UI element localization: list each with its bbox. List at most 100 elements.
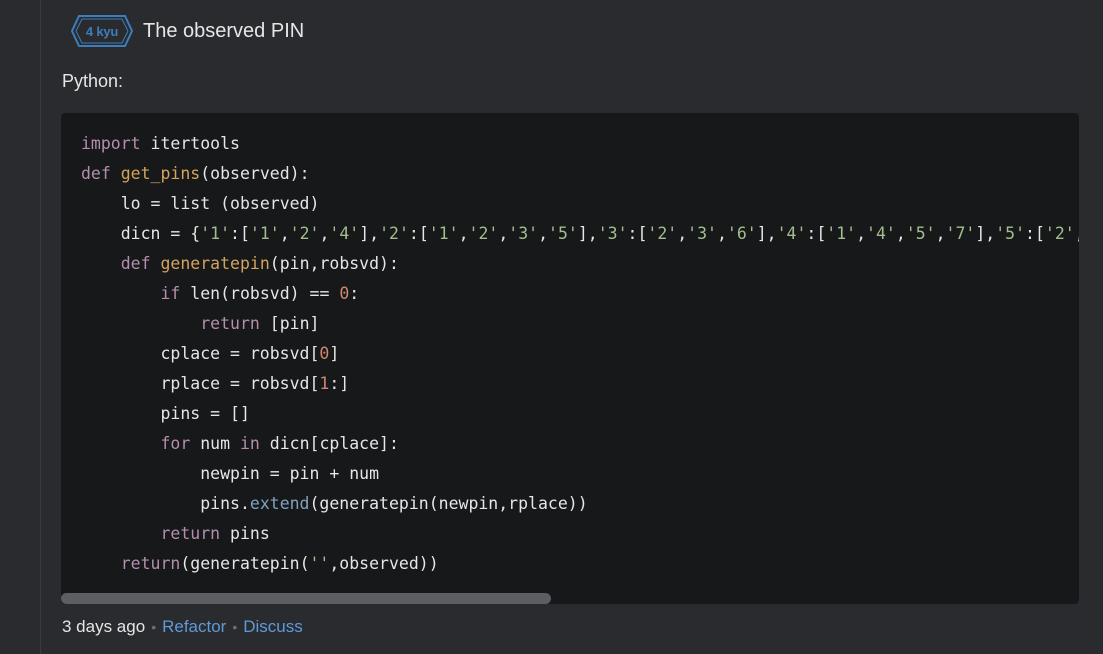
code-token: (robsvd) == bbox=[220, 284, 340, 303]
code-token: : bbox=[349, 284, 360, 303]
code-token: '4' bbox=[329, 224, 360, 243]
code-token: '' bbox=[309, 554, 330, 573]
code-token: pins. bbox=[81, 494, 250, 513]
code-token: '4' bbox=[866, 224, 896, 243]
code-token: '2' bbox=[468, 224, 499, 243]
code-content: import itertools def get_pins(observed):… bbox=[81, 129, 1079, 579]
code-token: '3' bbox=[597, 224, 628, 243]
code-token: , bbox=[1075, 224, 1079, 243]
code-token: '5' bbox=[548, 224, 578, 243]
code-token: :[ bbox=[408, 224, 429, 243]
code-token: , bbox=[895, 224, 906, 243]
code-token: in bbox=[239, 434, 260, 453]
code-token: lo = bbox=[81, 194, 171, 213]
code-token: get_pins bbox=[120, 164, 201, 183]
code-token: if bbox=[160, 284, 181, 303]
code-token: 0 bbox=[339, 284, 350, 303]
code-token: def bbox=[120, 254, 151, 273]
code-token: '1' bbox=[428, 224, 459, 243]
code-token: '1' bbox=[249, 224, 280, 243]
code-token: def bbox=[81, 164, 111, 183]
code-line: def generatepin(pin,robsvd): bbox=[81, 254, 399, 273]
discuss-link[interactable]: Discuss bbox=[243, 617, 303, 637]
kata-title[interactable]: The observed PIN bbox=[143, 20, 304, 43]
code-token: '2' bbox=[1044, 224, 1075, 243]
code-token: '4' bbox=[776, 224, 807, 243]
code-token: (generatepin(newpin,rplace)) bbox=[309, 494, 588, 513]
code-token: newpin = pin + num bbox=[81, 464, 380, 483]
code-block: import itertools def get_pins(observed):… bbox=[61, 113, 1079, 604]
code-line: pins = [] bbox=[81, 404, 250, 423]
code-token: len bbox=[190, 284, 221, 303]
code-token: '3' bbox=[508, 224, 539, 243]
code-token: '6' bbox=[726, 224, 757, 243]
code-token: ], bbox=[359, 224, 380, 243]
code-token: (pin,robsvd): bbox=[269, 254, 399, 273]
code-token: '5' bbox=[905, 224, 936, 243]
code-line: newpin = pin + num bbox=[81, 464, 379, 483]
code-token: num bbox=[190, 434, 240, 453]
left-divider bbox=[40, 0, 41, 654]
code-line: return pins bbox=[81, 524, 270, 543]
code-token: ] bbox=[329, 344, 340, 363]
rank-badge-label: 4 kyu bbox=[85, 23, 119, 39]
code-token: , bbox=[856, 224, 867, 243]
code-line: import itertools bbox=[81, 134, 240, 153]
code-token: , bbox=[935, 224, 946, 243]
code-token: '3' bbox=[687, 224, 717, 243]
code-token: return bbox=[120, 554, 181, 573]
code-token: (observed) bbox=[210, 194, 320, 213]
code-token: [pin] bbox=[259, 314, 320, 333]
horizontal-scrollbar[interactable] bbox=[61, 593, 551, 604]
code-token: '5' bbox=[995, 224, 1026, 243]
code-token: '7' bbox=[945, 224, 976, 243]
code-token: '2' bbox=[647, 224, 678, 243]
code-token: , bbox=[458, 224, 469, 243]
code-token: '2' bbox=[289, 224, 320, 243]
refactor-link[interactable]: Refactor bbox=[162, 617, 226, 637]
code-line: rplace = robsvd[1:] bbox=[81, 374, 349, 393]
code-line: pins.extend(generatepin(newpin,rplace)) bbox=[81, 494, 588, 513]
code-token: :[ bbox=[806, 224, 827, 243]
code-token: '1' bbox=[200, 224, 231, 243]
solution-footer: 3 days ago • Refactor • Discuss bbox=[62, 617, 303, 637]
code-scroll-area[interactable]: import itertools def get_pins(observed):… bbox=[81, 129, 1079, 589]
code-token: ], bbox=[577, 224, 598, 243]
code-token: itertools bbox=[140, 134, 240, 153]
code-token: return bbox=[200, 314, 260, 333]
code-token: pins = [] bbox=[81, 404, 250, 423]
code-token: list bbox=[170, 194, 211, 213]
code-token: import bbox=[81, 134, 141, 153]
code-token: , bbox=[279, 224, 290, 243]
code-token: dicn[cplace]: bbox=[259, 434, 399, 453]
code-token: cplace = robsvd[ bbox=[81, 344, 320, 363]
code-token: :] bbox=[329, 374, 350, 393]
code-token: :[ bbox=[1025, 224, 1045, 243]
code-token: 0 bbox=[319, 344, 330, 363]
code-token: 1 bbox=[319, 374, 330, 393]
code-token: '1' bbox=[826, 224, 857, 243]
code-token: :[ bbox=[230, 224, 250, 243]
code-line: return [pin] bbox=[81, 314, 319, 333]
code-token: pins bbox=[220, 524, 270, 543]
kata-header: 4 kyu The observed PIN bbox=[71, 14, 304, 48]
code-line: cplace = robsvd[0] bbox=[81, 344, 339, 363]
code-token: ], bbox=[756, 224, 777, 243]
code-token: (observed): bbox=[200, 164, 310, 183]
code-line: if len(robsvd) == 0: bbox=[81, 284, 359, 303]
code-line: lo = list (observed) bbox=[81, 194, 320, 213]
language-label: Python: bbox=[62, 71, 124, 91]
code-token: return bbox=[160, 524, 221, 543]
separator-dot: • bbox=[232, 619, 238, 635]
code-line: return(generatepin('',observed)) bbox=[81, 554, 439, 573]
code-token: , bbox=[538, 224, 549, 243]
code-token: extend bbox=[249, 494, 310, 513]
code-token: ], bbox=[975, 224, 996, 243]
